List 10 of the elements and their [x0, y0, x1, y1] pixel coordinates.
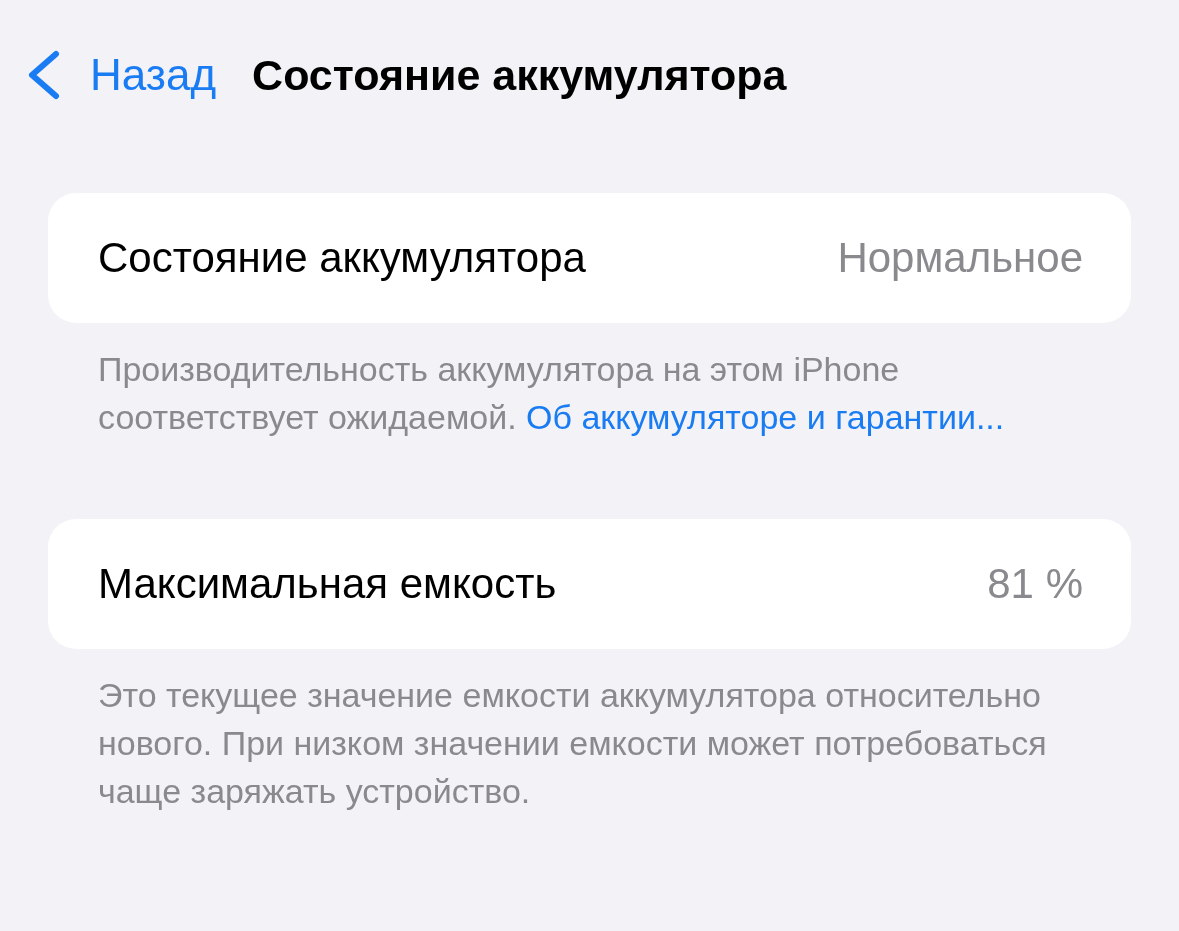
footer-text: Производительность аккумулятора на этом iPhone соответствует ожидаемой. Об аккумуляторе и гарантии... — [98, 349, 1006, 438]
setting-value: 81 % — [987, 560, 1083, 608]
chevron-left-icon — [26, 50, 60, 100]
setting-label: Максимальная емкость — [98, 560, 557, 608]
back-button[interactable]: Назад — [26, 50, 217, 100]
setting-label: Состояние аккумулятора — [98, 234, 586, 282]
setting-value: Нормальное — [837, 234, 1083, 282]
footer-text: Это текущее значение емкости аккумулятора относительно нового. При низком значении емкости может потребоваться чаще заряжать устройство. — [98, 675, 1048, 812]
page-title: Состояние аккумулятора — [252, 50, 787, 100]
info-link[interactable]: Об аккумуляторе и гарантии... — [526, 398, 1005, 436]
